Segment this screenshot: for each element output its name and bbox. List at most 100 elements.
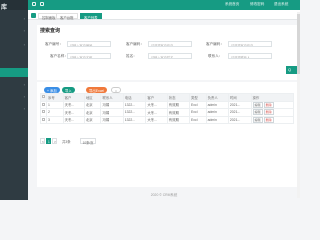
col-actions: 操作: [250, 93, 295, 102]
top-link-home[interactable]: 系统首页: [225, 2, 239, 7]
footer: 2020 © CRM系统: [150, 193, 178, 197]
customer-no-input[interactable]: 请输入客户编号: [67, 41, 111, 47]
col-time: 时间: [227, 93, 252, 102]
cell: 有效期: [166, 108, 191, 117]
cell: 2021...: [227, 115, 252, 124]
cell: 北京: [83, 100, 102, 109]
sidebar-item-4[interactable]: [0, 52, 28, 61]
cell: 大冬...: [145, 100, 168, 109]
col-type: 类型: [189, 93, 207, 102]
col-phone: 电话: [122, 93, 147, 102]
row-actions: 编辑 删除: [250, 115, 295, 124]
col-customer: 客户: [62, 93, 85, 102]
cell: admin: [205, 115, 229, 124]
delete-button[interactable]: 删除: [263, 116, 274, 123]
table-row: 3 天冬... 北京 冯娟 1322... 大冬... 有效期 Excl adm…: [40, 115, 295, 124]
sidebar-item-7[interactable]: ›: [0, 92, 28, 101]
row-actions: 编辑 删除: [250, 108, 295, 117]
delete-button[interactable]: 删除: [263, 101, 274, 108]
row-actions: 编辑 删除: [250, 100, 295, 109]
cell: 2: [46, 108, 64, 117]
sidebar-item-active[interactable]: [0, 68, 28, 77]
menu-toggle-icon[interactable]: [32, 2, 36, 6]
total-count: 共3条: [62, 140, 71, 144]
checkbox[interactable]: [42, 102, 45, 106]
cell: Excl: [189, 108, 207, 117]
col-owner: 负责人: [205, 93, 229, 102]
checkbox[interactable]: [42, 117, 45, 121]
customer-code-select[interactable]: 请选择客户信息: [148, 41, 192, 47]
chevron-icon: ›: [23, 16, 25, 21]
query-title: 搜索查询: [40, 28, 61, 34]
cell: 1322...: [122, 108, 147, 117]
table-row: 1 天冬... 北京 冯娟 1322... 大冬... 有效期 Excl adm…: [40, 100, 295, 109]
sidebar-item-6[interactable]: ›: [0, 80, 28, 89]
sidebar-item-1[interactable]: ›: [0, 14, 28, 23]
label-customer-name: 客户名称：: [50, 54, 68, 58]
cell: 2021...: [227, 108, 252, 117]
col-customer-2: 客户: [145, 93, 168, 102]
next-page-button[interactable]: >: [52, 138, 57, 144]
cell: 2021...: [227, 100, 252, 109]
page-1-button[interactable]: 1: [46, 138, 51, 144]
scrollbar[interactable]: [297, 12, 300, 198]
cell: 天冬...: [62, 100, 85, 109]
edit-button[interactable]: 编辑: [252, 109, 263, 116]
cell: 1: [46, 100, 64, 109]
app-logo: 库: [0, 0, 28, 11]
col-status: 状态: [166, 93, 191, 102]
tab-customer-list[interactable]: 客户列表: [80, 13, 102, 20]
chevron-icon: ›: [23, 28, 25, 33]
sidebar-item-2[interactable]: ›: [0, 26, 28, 35]
cell: Excl: [189, 115, 207, 124]
sidebar-item-8[interactable]: ›: [0, 104, 28, 113]
edit-button[interactable]: 编辑: [252, 101, 263, 108]
cell: 冯娟: [100, 115, 124, 124]
cell: 北京: [83, 115, 102, 124]
col-region: 地区: [83, 93, 102, 102]
label-customer-no: 客户编号：: [45, 42, 63, 46]
edit-button[interactable]: 编辑: [252, 116, 263, 123]
cell: admin: [205, 108, 229, 117]
cell: Excl: [189, 100, 207, 109]
customer-name-input[interactable]: 请输入客户名称: [67, 53, 111, 59]
top-bar: 系统首页 修改密码 退出系统: [28, 0, 300, 10]
sidebar-item-3[interactable]: ›: [0, 40, 28, 49]
home-icon[interactable]: [40, 2, 44, 6]
cell: admin: [205, 100, 229, 109]
name-input[interactable]: 请输入客户姓名: [148, 53, 192, 59]
table-header-row: 序号 客户 地区 联系人 电话 客户 状态 类型 负责人 时间 操作: [40, 93, 295, 102]
customer-code-select-2[interactable]: 请选择客户信息: [228, 41, 272, 47]
col-index: 序号: [46, 93, 64, 102]
contact-select[interactable]: 请选择联系人: [228, 53, 272, 59]
tab-customer-ledger[interactable]: 客户台账: [56, 13, 78, 20]
chevron-icon: ›: [23, 42, 25, 47]
cell: 天冬...: [62, 115, 85, 124]
delete-button[interactable]: 删除: [263, 109, 274, 116]
cell: 冯娟: [100, 108, 124, 117]
cell: 北京: [83, 108, 102, 117]
checkbox[interactable]: [42, 95, 45, 99]
label-contact: 联系人：: [208, 54, 223, 58]
cell: 大冬...: [145, 115, 168, 124]
chevron-icon: ›: [23, 94, 25, 99]
checkbox[interactable]: [42, 110, 45, 114]
top-link-logout[interactable]: 退出系统: [274, 2, 288, 7]
label-customer-code-2: 客户编码：: [206, 42, 224, 46]
cell: 有效期: [166, 100, 191, 109]
cell: 有效期: [166, 115, 191, 124]
tab-home-icon[interactable]: [31, 13, 36, 18]
scrollbar-thumb[interactable]: [297, 14, 300, 74]
label-name: 姓名：: [126, 54, 137, 58]
chevron-icon: ›: [23, 82, 25, 87]
customer-table: 序号 客户 地区 联系人 电话 客户 状态 类型 负责人 时间 操作 1 天冬.…: [40, 93, 295, 124]
top-link-password[interactable]: 修改密码: [250, 2, 264, 7]
prev-page-button[interactable]: <: [40, 138, 45, 144]
page-size-select[interactable]: 10条/页: [80, 138, 96, 145]
chevron-icon: ›: [23, 106, 25, 111]
table-row: 2 天冬... 北京 冯娟 1322... 大冬... 有效期 Excl adm…: [40, 108, 295, 117]
tab-bar: 控制面板 客户台账 客户列表: [28, 10, 300, 20]
cell: 天冬...: [62, 108, 85, 117]
cell: 1322...: [122, 115, 147, 124]
cell: 冯娟: [100, 100, 124, 109]
